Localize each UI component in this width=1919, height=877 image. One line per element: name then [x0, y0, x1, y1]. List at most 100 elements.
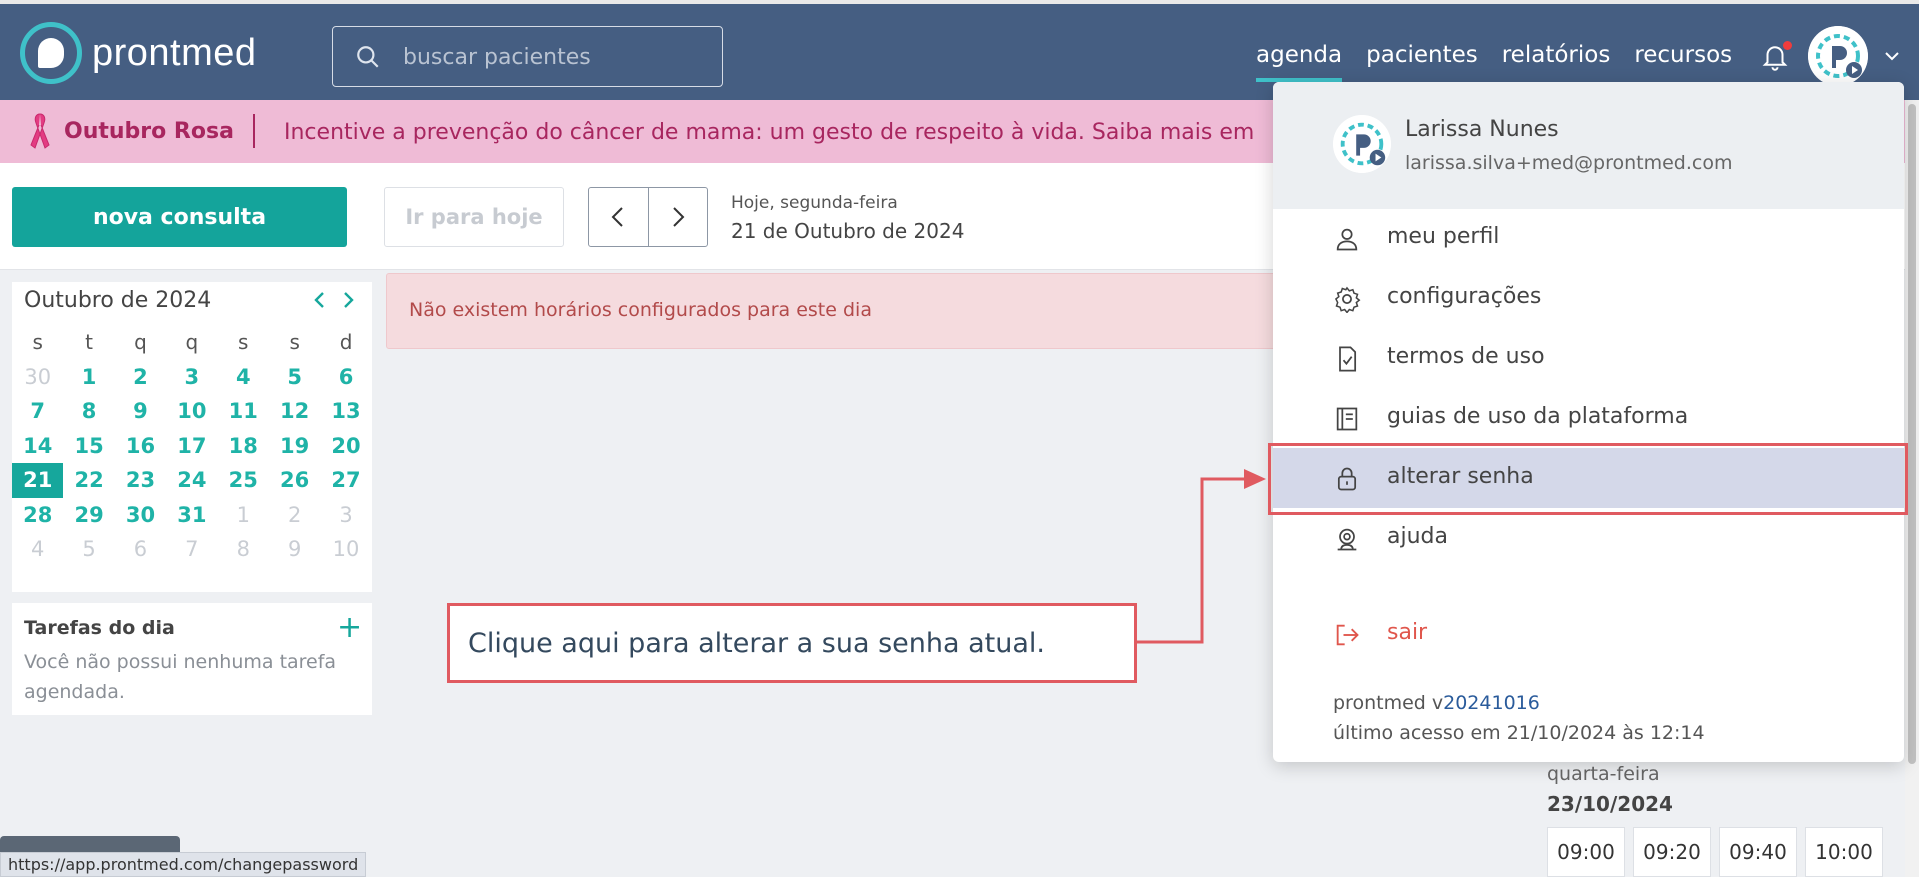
calendar-day[interactable]: 9 [115, 394, 166, 429]
calendar-day[interactable]: 1 [63, 360, 114, 395]
add-task-icon[interactable]: + [337, 613, 362, 643]
new-appointment-button[interactable]: nova consulta [12, 187, 347, 247]
calendar-day[interactable]: 16 [115, 429, 166, 464]
calendar-day[interactable]: 5 [269, 360, 320, 395]
calendar-weekday-header: d [339, 330, 353, 355]
calendar-day[interactable]: 29 [63, 498, 114, 533]
calendar-day[interactable]: 28 [12, 498, 63, 533]
nav-link-recursos[interactable]: recursos [1634, 42, 1732, 68]
calendar-day[interactable]: 7 [166, 532, 217, 567]
logo-mark-icon [20, 22, 82, 84]
calendar-day[interactable]: 30 [12, 360, 63, 395]
prontmed-logo[interactable]: prontmed [20, 22, 257, 84]
calendar-day[interactable]: 30 [115, 498, 166, 533]
logout-icon [1336, 624, 1359, 646]
calendar-day[interactable]: 1 [218, 498, 269, 533]
calendar-day[interactable]: 7 [12, 394, 63, 429]
mini-calendar: Outubro de 2024 s t q q s s d 30 1 2 3 4 5 6 7 8 9 10 11 12… [12, 282, 372, 592]
menu-item-configuracoes[interactable]: configurações [1273, 268, 1904, 328]
calendar-day[interactable]: 10 [166, 394, 217, 429]
chevron-left-icon[interactable] [312, 290, 328, 310]
calendar-day[interactable]: 3 [320, 498, 371, 533]
scrollbar-thumb[interactable] [1908, 104, 1916, 764]
calendar-day[interactable]: 10 [320, 532, 371, 567]
calendar-day[interactable]: 24 [166, 463, 217, 498]
menu-item-ajuda[interactable]: ajuda [1273, 508, 1904, 568]
calendar-day[interactable]: 27 [320, 463, 371, 498]
time-slot[interactable]: 09:40 [1719, 827, 1797, 877]
calendar-day[interactable]: 9 [269, 532, 320, 567]
document-check-icon [1339, 346, 1357, 372]
menu-item-sair[interactable]: sair [1273, 604, 1904, 664]
search-input[interactable] [403, 41, 703, 73]
menu-item-termos-de-uso[interactable]: termos de uso [1273, 328, 1904, 388]
calendar-day[interactable]: 8 [218, 532, 269, 567]
time-slot[interactable]: 10:00 [1805, 827, 1883, 877]
calendar-day[interactable]: 13 [320, 394, 371, 429]
no-schedule-alert: Não existem horários configurados para e… [386, 273, 1396, 349]
calendar-day[interactable]: 18 [218, 429, 269, 464]
go-to-today-button[interactable]: Ir para hoje [384, 187, 564, 247]
calendar-day[interactable]: 20 [320, 429, 371, 464]
nav-link-relatorios[interactable]: relatórios [1502, 42, 1611, 68]
version-prefix: prontmed v [1333, 692, 1444, 714]
menu-item-label: configurações [1387, 284, 1542, 309]
tasks-title: Tarefas do dia [24, 617, 175, 639]
calendar-day[interactable]: 2 [269, 498, 320, 533]
chevron-right-icon[interactable] [340, 290, 356, 310]
calendar-day[interactable]: 31 [166, 498, 217, 533]
calendar-day[interactable]: 14 [12, 429, 63, 464]
calendar-day[interactable]: 23 [115, 463, 166, 498]
calendar-day[interactable]: 8 [63, 394, 114, 429]
calendar-weekday-header: s [32, 330, 43, 355]
menu-item-alterar-senha[interactable]: alterar senha [1273, 448, 1904, 508]
patient-search[interactable] [332, 26, 723, 87]
calendar-day[interactable]: 4 [12, 532, 63, 567]
menu-item-label: guias de uso da plataforma [1387, 404, 1689, 429]
calendar-month-title: Outubro de 2024 [24, 288, 212, 313]
current-date: 21 de Outubro de 2024 [731, 219, 965, 243]
calendar-day[interactable]: 5 [63, 532, 114, 567]
calendar-month-nav [312, 290, 356, 310]
last-access: último acesso em 21/10/2024 às 12:14 [1333, 722, 1705, 744]
calendar-grid: s t q q s s d 30 1 2 3 4 5 6 7 8 9 10 11 12 13 14 15 16 17 18 19 20… [12, 325, 372, 567]
date-nav-buttons [588, 187, 708, 247]
nav-link-pacientes[interactable]: pacientes [1366, 42, 1478, 68]
menu-item-meu-perfil[interactable]: meu perfil [1273, 208, 1904, 268]
current-weekday: Hoje, segunda-feira [731, 193, 898, 213]
version-number[interactable]: 20241016 [1443, 692, 1540, 714]
menu-item-guias[interactable]: guias de uso da plataforma [1273, 388, 1904, 448]
calendar-day[interactable]: 15 [63, 429, 114, 464]
calendar-day[interactable]: 17 [166, 429, 217, 464]
calendar-day[interactable]: 3 [166, 360, 217, 395]
annotation-callout: Clique aqui para alterar a sua senha atu… [447, 603, 1137, 683]
logout-label: sair [1387, 620, 1428, 645]
menu-item-label: alterar senha [1387, 464, 1534, 489]
calendar-day[interactable]: 19 [269, 429, 320, 464]
calendar-day[interactable]: 6 [320, 360, 371, 395]
banner-divider [253, 114, 255, 148]
calendar-day[interactable]: 26 [269, 463, 320, 498]
calendar-day[interactable]: 21 [12, 463, 64, 498]
banner-text[interactable]: Incentive a prevenção do câncer de mama:… [284, 120, 1284, 145]
previous-day-button[interactable] [589, 188, 648, 246]
calendar-day[interactable]: 2 [115, 360, 166, 395]
calendar-weekday-header: t [85, 330, 93, 355]
user-menu-header: Larissa Nunes larissa.silva+med@prontmed… [1273, 82, 1904, 209]
calendar-day[interactable]: 12 [269, 394, 320, 429]
slot-date: 23/10/2024 [1547, 792, 1673, 816]
time-slot[interactable]: 09:20 [1633, 827, 1711, 877]
user-avatar [1333, 115, 1391, 173]
calendar-day[interactable]: 22 [63, 463, 114, 498]
calendar-day[interactable]: 6 [115, 532, 166, 567]
next-day-button[interactable] [647, 188, 708, 246]
chevron-down-icon[interactable] [1882, 46, 1902, 66]
time-slot[interactable]: 09:00 [1547, 827, 1625, 877]
calendar-day[interactable]: 4 [218, 360, 269, 395]
calendar-weekday-header: q [134, 330, 147, 355]
calendar-day[interactable]: 25 [218, 463, 269, 498]
calendar-day[interactable]: 11 [218, 394, 269, 429]
nav-link-agenda[interactable]: agenda [1256, 42, 1343, 82]
alert-text: Não existem horários configurados para e… [409, 299, 872, 321]
user-avatar[interactable] [1808, 26, 1868, 86]
